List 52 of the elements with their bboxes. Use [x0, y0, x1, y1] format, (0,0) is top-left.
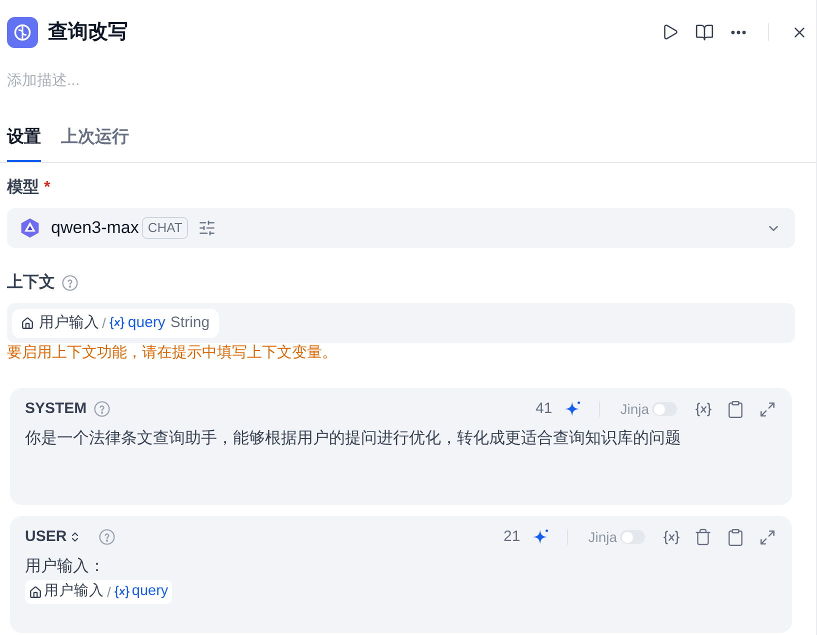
help-icon — [94, 401, 110, 417]
variable-icon — [108, 316, 125, 330]
role-label: SYSTEM — [25, 398, 87, 419]
model-logo-icon — [19, 217, 41, 239]
expand-icon[interactable] — [758, 400, 776, 418]
variable-chip[interactable]: 用户输入 / query — [25, 580, 172, 604]
sparkle-icon[interactable] — [564, 400, 582, 418]
trash-icon[interactable] — [694, 528, 712, 546]
node-icon — [7, 16, 38, 48]
insert-variable-icon[interactable] — [694, 402, 712, 416]
mode-badge: CHAT — [142, 217, 188, 239]
window-title: 查询改写 — [48, 20, 128, 45]
warning-text: 要启用上下文功能，请在提示中填写上下文变量。 — [7, 343, 338, 363]
required-mark: * — [44, 178, 50, 198]
settings-sliders-icon[interactable] — [198, 219, 216, 237]
node-name: 用户输入 — [39, 312, 99, 333]
clipboard-icon[interactable] — [726, 400, 744, 418]
help-icon — [62, 275, 78, 291]
clipboard-icon[interactable] — [726, 528, 744, 546]
field-label: 上下文 — [7, 272, 55, 293]
home-icon — [29, 586, 42, 598]
insert-variable-icon[interactable] — [662, 530, 680, 544]
variable-icon — [114, 585, 130, 599]
help-icon — [98, 529, 115, 545]
token-count: 21 — [504, 526, 520, 547]
path-separator: / — [107, 582, 111, 602]
model-name: qwen3-max — [51, 217, 139, 240]
home-icon — [21, 316, 34, 330]
prompt-text: 你是一个法律条文查询助手，能够根据用户的提问进行优化，转化成更适合查询知识库的问题 — [25, 428, 681, 449]
field-label: 模型 — [7, 178, 39, 198]
token-count: 41 — [536, 398, 552, 419]
description-field[interactable]: 添加描述... — [7, 71, 795, 92]
variable-type: String — [170, 312, 210, 333]
book-icon[interactable] — [694, 22, 714, 42]
model-select[interactable]: qwen3-max CHAT — [7, 208, 795, 248]
variable-chip[interactable]: 用户输入 / query String — [12, 308, 219, 338]
jinja-label: Jinja — [620, 400, 649, 419]
tab[interactable]: 上次运行 — [61, 122, 129, 162]
role-select[interactable]: USER — [25, 526, 81, 548]
jinja-toggle[interactable] — [652, 402, 677, 416]
tab[interactable]: 设置 — [7, 122, 41, 162]
jinja-toggle[interactable] — [620, 530, 645, 544]
expand-icon[interactable] — [758, 528, 776, 546]
variable-name: query — [132, 582, 168, 602]
sparkle-icon[interactable] — [532, 528, 550, 546]
jinja-label: Jinja — [588, 528, 617, 547]
node-name: 用户输入 — [44, 582, 104, 602]
prompt-text: 用户输入： — [25, 556, 105, 577]
context-field[interactable]: 用户输入 / query String — [7, 303, 795, 343]
path-separator: / — [102, 314, 106, 332]
play-icon[interactable] — [661, 23, 679, 41]
variable-name: query — [128, 312, 166, 333]
